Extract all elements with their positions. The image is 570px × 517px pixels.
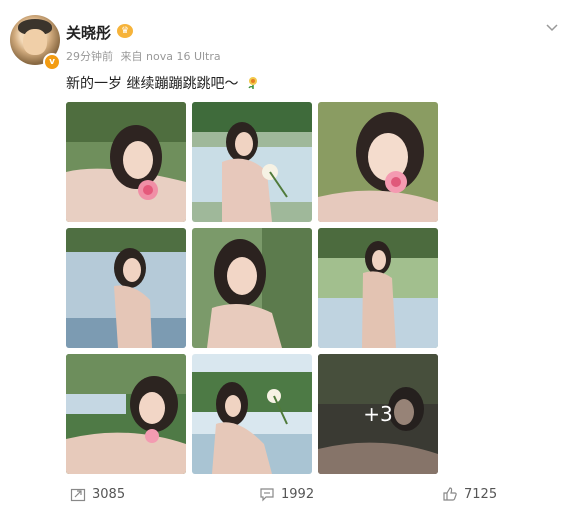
thumbs-up-icon <box>443 487 457 501</box>
photo-5-image <box>192 228 312 348</box>
photo-2[interactable] <box>192 102 312 222</box>
photo-6[interactable] <box>318 228 438 348</box>
photo-3[interactable] <box>318 102 438 222</box>
photo-6-image <box>318 228 438 348</box>
photo-7-image <box>66 354 186 474</box>
photo-8[interactable] <box>192 354 312 474</box>
post-text: 新的一岁 继续蹦蹦跳跳吧～ <box>66 73 260 93</box>
photo-1-image <box>66 102 186 222</box>
v-badge-icon: v <box>43 53 61 71</box>
photo-4[interactable] <box>66 228 186 348</box>
avatar-face <box>23 29 47 55</box>
repost-icon <box>70 488 86 502</box>
flower-emoji-icon <box>248 77 257 89</box>
weibo-post: v 关晓彤 ♛ 29分钟前 来自 nova 16 Ultra 新的一岁 继续蹦蹦… <box>0 0 570 517</box>
post-meta: 29分钟前 来自 nova 16 Ultra <box>66 48 221 64</box>
like-button[interactable]: 7125 <box>442 486 497 502</box>
repost-button[interactable]: 3085 <box>70 486 125 502</box>
repost-count: 3085 <box>92 486 126 502</box>
post-text-body: 新的一岁 继续蹦蹦跳跳吧～ <box>66 76 239 92</box>
action-bar: 3085 1992 7125 <box>0 486 570 506</box>
comment-count: 1992 <box>281 486 315 502</box>
like-count: 7125 <box>464 486 498 502</box>
comment-button[interactable]: 1992 <box>259 486 314 502</box>
photo-9[interactable]: +3 <box>318 354 438 474</box>
more-photos-overlay[interactable]: +3 <box>318 354 438 474</box>
comment-icon <box>260 488 274 502</box>
photo-1[interactable] <box>66 102 186 222</box>
photo-5[interactable] <box>192 228 312 348</box>
crown-icon[interactable]: ♛ <box>117 24 133 38</box>
chevron-down-icon[interactable] <box>545 20 559 34</box>
author-name[interactable]: 关晓彤 <box>66 22 111 43</box>
post-source: 来自 nova 16 Ultra <box>120 50 221 63</box>
photo-8-image <box>192 354 312 474</box>
photo-2-image <box>192 102 312 222</box>
photo-3-image <box>318 102 438 222</box>
post-time: 29分钟前 <box>66 50 113 63</box>
photo-7[interactable] <box>66 354 186 474</box>
photo-grid: +3 <box>66 102 438 478</box>
photo-4-image <box>66 228 186 348</box>
